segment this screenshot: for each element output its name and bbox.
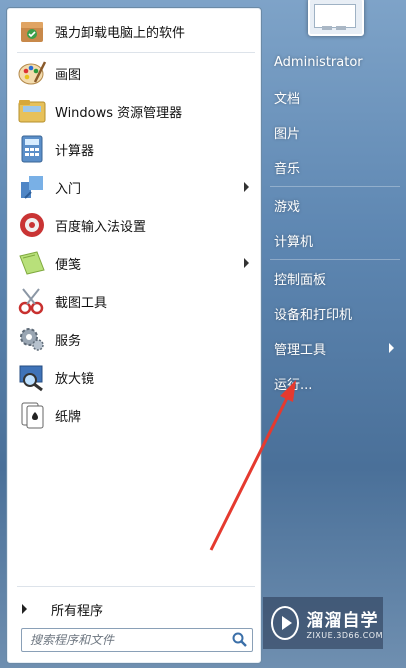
right-item-label: 管理工具 — [274, 342, 327, 358]
divider — [17, 52, 255, 53]
snipping-tool-icon — [17, 286, 47, 316]
right-item-documents[interactable]: 文档 — [266, 81, 402, 113]
sticky-notes-icon — [17, 248, 47, 278]
right-item-control-panel[interactable]: 控制面板 — [266, 262, 402, 294]
submenu-arrow-icon — [244, 182, 249, 192]
search-icon[interactable] — [231, 631, 249, 649]
watermark-logo: 溜溜自学 ZIXUE.3D66.COM — [263, 597, 383, 649]
program-label: 入门 — [55, 181, 82, 197]
program-uninstaller[interactable]: 强力卸载电脑上的软件 — [13, 13, 255, 49]
program-label: 纸牌 — [55, 409, 82, 425]
search-input[interactable] — [28, 632, 231, 648]
program-solitaire[interactable]: 纸牌 — [13, 397, 255, 433]
watermark-url: ZIXUE.3D66.COM — [306, 631, 383, 640]
program-label: 截图工具 — [55, 295, 108, 311]
divider — [17, 586, 255, 587]
play-logo-icon — [271, 606, 300, 640]
watermark-title: 溜溜自学 — [306, 611, 379, 631]
all-programs-label: 所有程序 — [51, 603, 104, 619]
submenu-arrow-icon — [389, 343, 394, 353]
right-item-label: 运行... — [274, 377, 313, 393]
window-thumbnail-preview[interactable] — [308, 0, 364, 36]
right-item-label: 图片 — [274, 126, 301, 142]
program-magnifier[interactable]: 放大镜 — [13, 359, 255, 395]
program-label: 百度输入法设置 — [55, 219, 147, 235]
program-label: 画图 — [55, 67, 82, 83]
user-name-label: Administrator — [274, 54, 363, 70]
search-box[interactable] — [21, 628, 253, 652]
right-item-user[interactable]: Administrator — [266, 46, 402, 78]
thumbnail-button — [336, 26, 346, 30]
baidu-ime-icon — [17, 210, 47, 240]
right-item-run[interactable]: 运行... — [266, 367, 402, 399]
divider — [270, 259, 400, 260]
submenu-arrow-icon — [244, 258, 249, 268]
program-windows-explorer[interactable]: Windows 资源管理器 — [13, 93, 255, 129]
thumbnail-button — [322, 26, 332, 30]
right-item-label: 计算机 — [274, 234, 314, 250]
program-label: 计算器 — [55, 143, 95, 159]
right-item-music[interactable]: 音乐 — [266, 151, 402, 183]
right-item-games[interactable]: 游戏 — [266, 189, 402, 221]
right-item-computer[interactable]: 计算机 — [266, 224, 402, 256]
right-item-label: 文档 — [274, 91, 301, 107]
services-gear-icon — [17, 324, 47, 354]
program-label: 放大镜 — [55, 371, 95, 387]
start-menu-programs-pane: 强力卸载电脑上的软件 画图 Windows 资源管理器 计算器 入门 百度输入法… — [6, 7, 262, 664]
program-getting-started[interactable]: 入门 — [13, 169, 255, 205]
explorer-folder-icon — [17, 96, 47, 126]
right-item-admin-tools[interactable]: 管理工具 — [266, 332, 402, 364]
program-sticky-notes[interactable]: 便笺 — [13, 245, 255, 281]
program-label: Windows 资源管理器 — [55, 105, 183, 121]
divider — [270, 186, 400, 187]
paint-icon — [17, 58, 47, 88]
right-item-pictures[interactable]: 图片 — [266, 116, 402, 148]
magnifier-icon — [17, 362, 47, 392]
calculator-icon — [17, 134, 47, 164]
program-baidu-ime-settings[interactable]: 百度输入法设置 — [13, 207, 255, 243]
right-item-devices-printers[interactable]: 设备和打印机 — [266, 297, 402, 329]
right-item-label: 控制面板 — [274, 272, 327, 288]
uninstaller-icon — [17, 16, 47, 46]
program-label: 便笺 — [55, 257, 82, 273]
right-item-label: 设备和打印机 — [274, 307, 353, 323]
program-snipping-tool[interactable]: 截图工具 — [13, 283, 255, 319]
program-services[interactable]: 服务 — [13, 321, 255, 357]
program-label: 强力卸载电脑上的软件 — [55, 25, 186, 41]
right-item-label: 音乐 — [274, 161, 301, 177]
expand-arrow-icon — [22, 604, 27, 614]
all-programs-button[interactable]: 所有程序 — [19, 594, 255, 624]
getting-started-icon — [17, 172, 47, 202]
thumbnail-window — [314, 4, 356, 28]
program-label: 服务 — [55, 333, 82, 349]
program-calculator[interactable]: 计算器 — [13, 131, 255, 167]
right-item-label: 游戏 — [274, 199, 301, 215]
solitaire-icon — [17, 400, 47, 430]
program-paint[interactable]: 画图 — [13, 55, 255, 91]
